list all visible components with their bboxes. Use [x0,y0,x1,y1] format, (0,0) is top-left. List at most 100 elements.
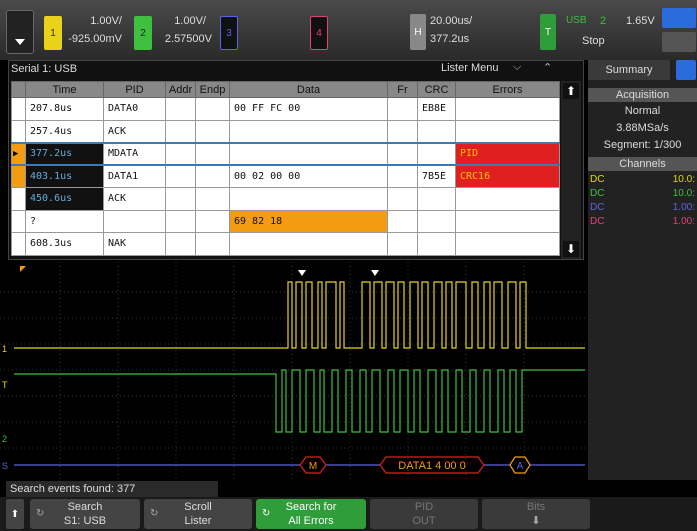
window-icon[interactable] [662,8,696,28]
cell-time: 377.2us [25,141,104,166]
cell-time: ? [25,209,104,233]
channel1-offset: -925.00mV [68,33,122,45]
channel2-badge[interactable]: 2 [134,16,152,50]
lister-title: Serial 1: USB [11,63,78,75]
run-status: Stop [582,35,605,47]
table-row[interactable]: 403.1us DATA1 00 02 00 00 7B5E CRC16 [11,164,560,188]
channel4-badge[interactable]: 4 [310,16,328,50]
lister-scrollbar[interactable]: ⬆ ⬇ [561,81,581,259]
lister-table-wrap: Time PID Addr Endp Data Fr CRC Errors 20… [11,81,560,259]
cell-errors [455,119,560,143]
current-row-arrow-icon: ▶ [11,141,26,166]
channel4-probe: 1.00: [672,216,695,227]
waveform-graticule: M DATA1 4 00 0 A 1 T 2 S [0,262,585,480]
lister-menu-button[interactable]: Lister Menu [441,62,498,74]
cell-pid: NAK [103,232,166,256]
row-marker [11,209,26,233]
trigger-position-icon [298,270,306,276]
row-marker [11,119,26,143]
cell-fr [387,141,418,166]
scroll-lister-softkey[interactable]: ↻ Scroll Lister [144,499,252,529]
cell-data [229,119,388,143]
channel2-trace [14,369,585,433]
col-crc[interactable]: CRC [417,81,456,98]
table-row[interactable]: 207.8us DATA0 00 FF FC 00 EB8E [11,97,560,121]
cell-fr [387,164,418,188]
chevron-up-icon[interactable]: ⌃ [543,61,552,74]
search-source-softkey[interactable]: ↻ Search S1: USB [30,499,140,529]
cell-crc [417,232,456,256]
softkey-value: OUT [412,515,436,527]
channel2-ground-marker[interactable]: 2 [2,434,7,444]
decode-label-data1: DATA1 4 00 0 [398,460,465,472]
col-endp[interactable]: Endp [195,81,230,98]
softkey-label: Search for [285,501,337,513]
cell-errors [455,97,560,121]
channels-header: Channels [588,157,697,171]
lister-table: Time PID Addr Endp Data Fr CRC Errors 20… [11,81,560,256]
horizontal-badge[interactable]: H [410,14,426,50]
table-row[interactable]: 608.3us NAK [11,232,560,256]
display-controls [662,6,696,52]
summary-panel: Summary Acquisition Normal 3.88MSa/s Seg… [588,60,697,480]
arrow-down-icon: ⬇ [531,515,541,527]
cell-time: 450.6us [25,187,104,211]
channel4-summary: DC 1.00: [588,216,697,230]
bits-softkey[interactable]: Bits ⬇ [482,499,590,529]
delay-position-icon [371,270,379,276]
chevron-down-icon[interactable]: ⌵ [513,61,521,74]
softkey-label: Bits [526,501,546,513]
col-errors[interactable]: Errors [455,81,560,98]
cell-addr [165,141,196,166]
table-row[interactable]: 257.4us ACK [11,119,560,143]
col-time[interactable]: Time [25,81,104,98]
cell-data: 69 82 18 [229,209,388,233]
cell-data [229,232,388,256]
cell-pid: MDATA [103,141,166,166]
trigger-badge[interactable]: T [540,14,556,50]
cell-errors: CRC16 [455,164,560,188]
cell-fr [387,209,418,233]
waveform-display[interactable]: M DATA1 4 00 0 A 1 T 2 S [0,262,585,480]
col-data[interactable]: Data [229,81,388,98]
col-fr[interactable]: Fr [387,81,418,98]
channel3-badge[interactable]: 3 [220,16,238,50]
panel-menu-icon[interactable] [676,60,696,80]
channel1-coupling: DC [590,174,605,185]
cell-fr [387,187,418,211]
channel2-scale: 1.00V/ [174,15,206,27]
channel1-probe: 10.0: [672,174,695,185]
col-pid[interactable]: PID [103,81,166,98]
main-menu-button[interactable] [6,10,34,54]
cell-pid: ACK [103,187,166,211]
table-row-selected[interactable]: ▶ 377.2us MDATA PID [11,141,560,166]
scroll-up-icon[interactable]: ⬆ [563,83,579,99]
trigger-level-marker[interactable]: T [2,380,8,390]
table-row[interactable]: 450.6us ACK [11,187,560,211]
scroll-down-icon[interactable]: ⬇ [563,241,579,257]
cell-endp [195,141,230,166]
cell-data: 00 FF FC 00 [229,97,388,121]
cell-addr [165,187,196,211]
row-marker [11,187,26,211]
home-up-icon[interactable]: ⬆ [6,499,24,529]
trigger-source: USB [566,15,587,26]
search-status: Search events found: 377 [6,481,218,497]
channel1-ground-marker[interactable]: 1 [2,344,7,354]
row-marker [11,164,26,188]
channel2-offset: 2.57500V [164,33,212,45]
col-addr[interactable]: Addr [165,81,196,98]
cell-errors [455,187,560,211]
trigger-channel: 2 [600,15,607,27]
measure-icon[interactable] [662,32,696,52]
cell-fr [387,232,418,256]
pid-softkey[interactable]: PID OUT [370,499,478,529]
knob-icon: ↻ [36,508,45,519]
tab-summary[interactable]: Summary [588,60,670,80]
cell-errors: PID [455,141,560,166]
cell-time: 257.4us [25,119,104,143]
search-all-errors-softkey[interactable]: ↻ Search for All Errors [256,499,366,529]
serial-bus-marker[interactable]: S [2,461,8,471]
table-row[interactable]: ? 69 82 18 [11,209,560,233]
channel2-coupling: DC [590,188,605,199]
